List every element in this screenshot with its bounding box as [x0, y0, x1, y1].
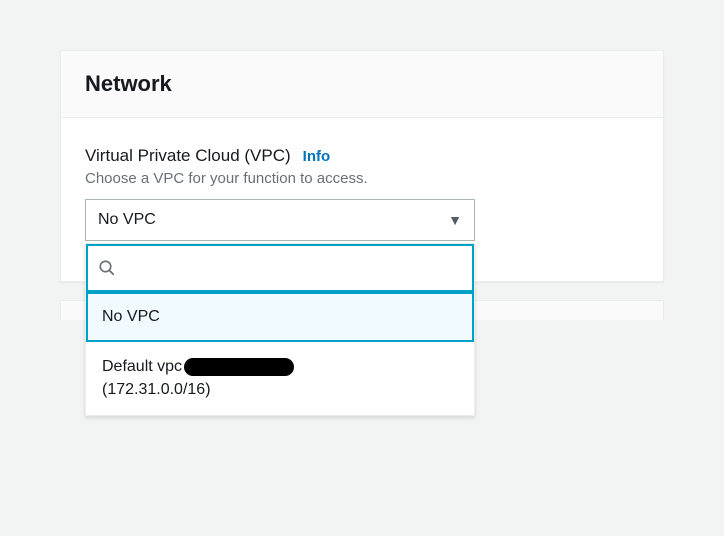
vpc-option-default[interactable]: Default vpc (172.31.0.0/16): [86, 342, 474, 415]
vpc-field-label: Virtual Private Cloud (VPC): [85, 146, 291, 166]
caret-down-icon: ▼: [448, 212, 462, 228]
search-icon: [98, 259, 116, 277]
vpc-option-prefix: Default vpc: [102, 358, 182, 375]
vpc-option-label: No VPC: [102, 308, 160, 325]
vpc-select-value: No VPC: [98, 211, 156, 229]
panel-body: Virtual Private Cloud (VPC) Info Choose …: [61, 118, 663, 281]
vpc-select: No VPC ▼ No VPC Default vpc (172.31.0.0/…: [85, 199, 475, 241]
vpc-option-no-vpc[interactable]: No VPC: [86, 292, 474, 342]
vpc-dropdown: No VPC Default vpc (172.31.0.0/16): [85, 243, 475, 416]
vpc-search-input[interactable]: [124, 259, 462, 277]
panel-title: Network: [85, 71, 639, 97]
vpc-label-row: Virtual Private Cloud (VPC) Info: [85, 146, 639, 166]
panel-header: Network: [61, 51, 663, 118]
network-panel: Network Virtual Private Cloud (VPC) Info…: [60, 50, 664, 282]
vpc-field-hint: Choose a VPC for your function to access…: [85, 170, 639, 187]
redacted-block: [184, 358, 294, 376]
vpc-option-cidr: (172.31.0.0/16): [102, 381, 211, 398]
vpc-search-wrap: [86, 244, 474, 292]
vpc-select-trigger[interactable]: No VPC ▼: [85, 199, 475, 241]
vpc-info-link[interactable]: Info: [303, 148, 331, 165]
